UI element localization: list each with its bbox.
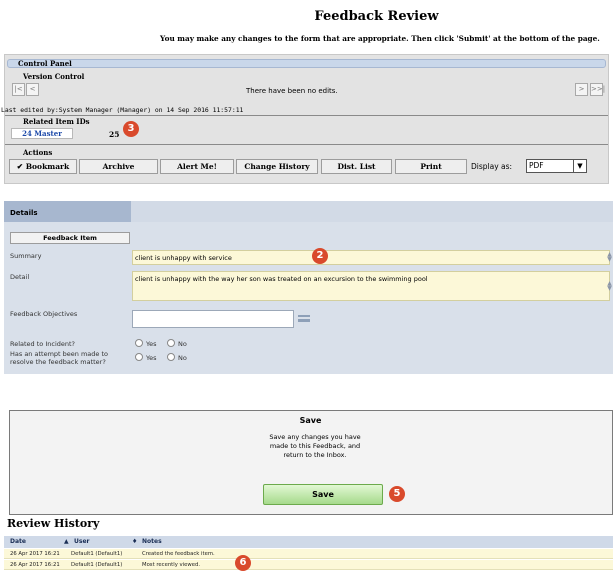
summary-field[interactable]: client is unhappy with service (132, 250, 610, 265)
list-icon[interactable] (298, 315, 310, 322)
save-button[interactable]: Save (263, 484, 383, 505)
print-button[interactable]: Print (395, 159, 467, 174)
column-user[interactable]: User (74, 538, 89, 545)
detail-value: client is unhappy with the way her son w… (135, 275, 428, 283)
column-date[interactable]: Date (10, 538, 26, 545)
callout-badge-5: 5 (389, 486, 405, 502)
detail-label: Detail (10, 273, 30, 281)
first-version-button[interactable]: |< (12, 83, 25, 96)
display-as-select[interactable]: PDF ▼ (526, 159, 587, 173)
archive-button[interactable]: Archive (79, 159, 158, 174)
dist-list-button[interactable]: Dist. List (321, 159, 392, 174)
resize-handle-icon[interactable]: ▲ ▼ (606, 281, 613, 292)
next-version-button[interactable]: > (575, 83, 588, 96)
summary-value: client is unhappy with service (135, 254, 232, 262)
row-date: 26 Apr 2017 16:21 (10, 551, 60, 557)
page-subtitle: You may make any changes to the form tha… (160, 34, 600, 43)
attempt-yes-radio[interactable] (135, 353, 143, 361)
incident-no-label: No (178, 340, 187, 348)
column-notes[interactable]: Notes (142, 538, 162, 545)
row-notes: Created the feedback item. (142, 551, 215, 557)
attempt-no-label: No (178, 354, 187, 362)
review-history-title: Review History (7, 517, 100, 530)
prev-version-button[interactable]: < (26, 83, 39, 96)
feedback-objectives-input[interactable] (132, 310, 294, 328)
bookmark-button[interactable]: ✔ Bookmark (9, 159, 77, 174)
version-control-label: Version Control (23, 72, 85, 81)
incident-yes-label: Yes (146, 340, 157, 348)
divider (5, 144, 608, 145)
feedback-item-button[interactable]: Feedback Item (10, 232, 130, 244)
control-panel-title: Control Panel (7, 59, 606, 68)
incident-yes-radio[interactable] (135, 339, 143, 347)
incident-no-radio[interactable] (167, 339, 175, 347)
resolve-attempt-label: Has an attempt been made to resolve the … (10, 350, 108, 366)
control-panel: Control Panel Version Control |< < There… (1, 54, 609, 184)
related-items-label: Related Item IDs (23, 117, 90, 126)
sort-ascending-icon[interactable]: ▲ (64, 538, 69, 545)
callout-badge-3: 3 (123, 121, 139, 137)
display-as-value: PDF (529, 161, 544, 170)
chevron-down-icon: ▼ (573, 160, 586, 172)
summary-label: Summary (10, 252, 42, 260)
resize-handle-icon[interactable]: ▲ ▼ (606, 252, 613, 263)
callout-badge-2: 2 (312, 248, 328, 264)
display-as-label: Display as: (471, 162, 513, 171)
related-item-count: 25 (109, 130, 120, 139)
row-date: 26 Apr 2017 16:21 (10, 562, 60, 568)
attempt-no-radio[interactable] (167, 353, 175, 361)
page-title: Feedback Review (314, 9, 439, 24)
alert-me-button[interactable]: Alert Me! (160, 159, 234, 174)
row-notes: Most recently viewed. (142, 562, 201, 568)
divider (5, 115, 608, 116)
save-description: Save any changes you have made to this F… (269, 433, 361, 459)
row-user: Default1 (Default1) (71, 562, 123, 568)
checkmark-icon: ✔ (16, 162, 24, 171)
bookmark-label: Bookmark (25, 162, 70, 171)
feedback-objectives-label: Feedback Objectives (10, 310, 78, 318)
sort-icon[interactable]: ♦ (132, 538, 137, 545)
related-item-24-master-link[interactable]: 24 Master (11, 128, 73, 139)
change-history-button[interactable]: Change History (236, 159, 318, 174)
save-heading: Save (299, 416, 322, 425)
last-edited-text: Last edited by:System Manager (Manager) … (1, 106, 244, 114)
related-incident-label: Related to Incident? (10, 340, 76, 348)
last-version-button[interactable]: >>| (590, 83, 605, 96)
row-user: Default1 (Default1) (71, 551, 123, 557)
detail-field[interactable]: client is unhappy with the way her son w… (132, 271, 610, 301)
callout-badge-6: 6 (235, 555, 251, 571)
actions-label: Actions (23, 148, 53, 157)
review-history-header (4, 536, 613, 548)
tab-details[interactable]: Details (4, 201, 131, 222)
attempt-yes-label: Yes (146, 354, 157, 362)
edit-status: There have been no edits. (246, 87, 338, 95)
tab-bar (131, 201, 613, 222)
